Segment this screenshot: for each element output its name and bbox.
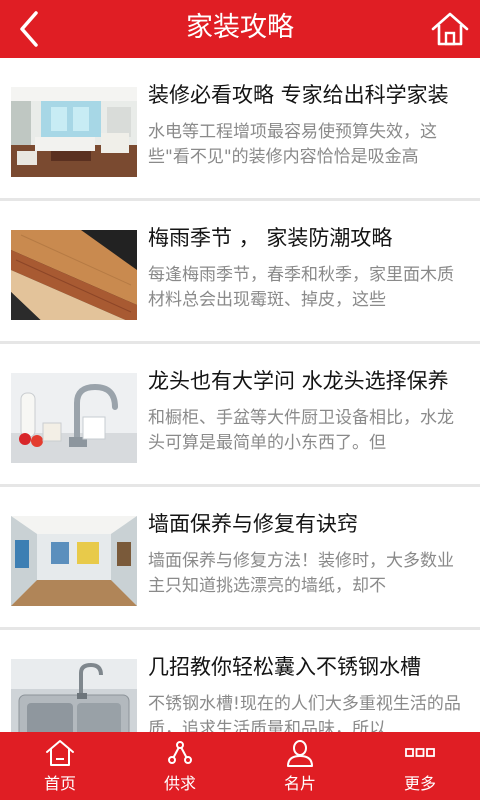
list-item[interactable]: 装修必看攻略 专家给出科学家装 水电等工程增项最容易使预算失效，这些"看不见"的… <box>0 58 480 201</box>
top-bar: 家装攻略 <box>0 0 480 58</box>
home-button[interactable] <box>430 9 470 49</box>
article-list: 装修必看攻略 专家给出科学家装 水电等工程增项最容易使预算失效，这些"看不见"的… <box>0 58 480 732</box>
article-summary: 不锈钢水槽!现在的人们大多重视生活的品质，追求生活质量和品味，所以 <box>148 694 461 732</box>
article-title: 墙面保养与修复有诀窍 <box>148 512 358 536</box>
list-item[interactable]: 龙头也有大学问 水龙头选择保养 和橱柜、手盆等大件厨卫设备相比，水龙头可算是最简… <box>0 344 480 487</box>
user-icon <box>287 740 313 767</box>
list-item[interactable]: 梅雨季节 ， 家装防潮攻略 每逢梅雨季节，春季和秋季，家里面木质材料总会出现霉斑… <box>0 201 480 344</box>
list-item[interactable]: 几招教你轻松囊入不锈钢水槽 不锈钢水槽!现在的人们大多重视生活的品质，追求生活质… <box>0 630 480 732</box>
article-title: 几招教你轻松囊入不锈钢水槽 <box>148 655 421 679</box>
page-title: 家装攻略 <box>186 12 294 43</box>
list-item[interactable]: 墙面保养与修复有诀窍 墙面保养与修复方法！装修时，大多数业主只知道挑选漂亮的墙纸… <box>0 487 480 630</box>
share-nodes-icon <box>168 741 192 764</box>
room-interior-thumbnail <box>11 516 137 606</box>
living-room-thumbnail <box>11 87 137 177</box>
article-title: 梅雨季节 ， 家装防潮攻略 <box>148 226 393 250</box>
tab-label: 供求 <box>163 774 196 793</box>
tab-more[interactable]: 更多 <box>360 732 480 800</box>
home-outline-icon <box>46 740 74 766</box>
article-title: 装修必看攻略 专家给出科学家装 <box>148 83 449 107</box>
bottom-tab-bar: 首页 供求 名片 更多 <box>0 732 480 800</box>
tab-label: 首页 <box>43 774 76 793</box>
article-summary: 墙面保养与修复方法！装修时，大多数业主只知道挑选漂亮的墙纸，却不 <box>148 551 454 596</box>
article-summary: 和橱柜、手盆等大件厨卫设备相比，水龙头可算是最简单的小东西了。但 <box>148 408 454 453</box>
tab-label: 更多 <box>403 774 436 793</box>
tab-business-card[interactable]: 名片 <box>240 732 360 800</box>
article-title: 龙头也有大学问 水龙头选择保养 <box>148 369 449 393</box>
tab-label: 名片 <box>283 774 316 793</box>
faucet-thumbnail <box>11 373 137 463</box>
article-summary: 水电等工程增项最容易使预算失效，这些"看不见"的装修内容恰恰是吸金高 <box>148 122 437 167</box>
tab-supply-demand[interactable]: 供求 <box>120 732 240 800</box>
tab-home[interactable]: 首页 <box>0 732 120 800</box>
steel-sink-thumbnail <box>11 659 137 732</box>
article-summary: 每逢梅雨季节，春季和秋季，家里面木质材料总会出现霉斑、掉皮，这些 <box>148 265 454 310</box>
wood-boards-thumbnail <box>11 230 137 320</box>
home-icon <box>431 12 469 46</box>
more-squares-icon <box>405 748 435 757</box>
